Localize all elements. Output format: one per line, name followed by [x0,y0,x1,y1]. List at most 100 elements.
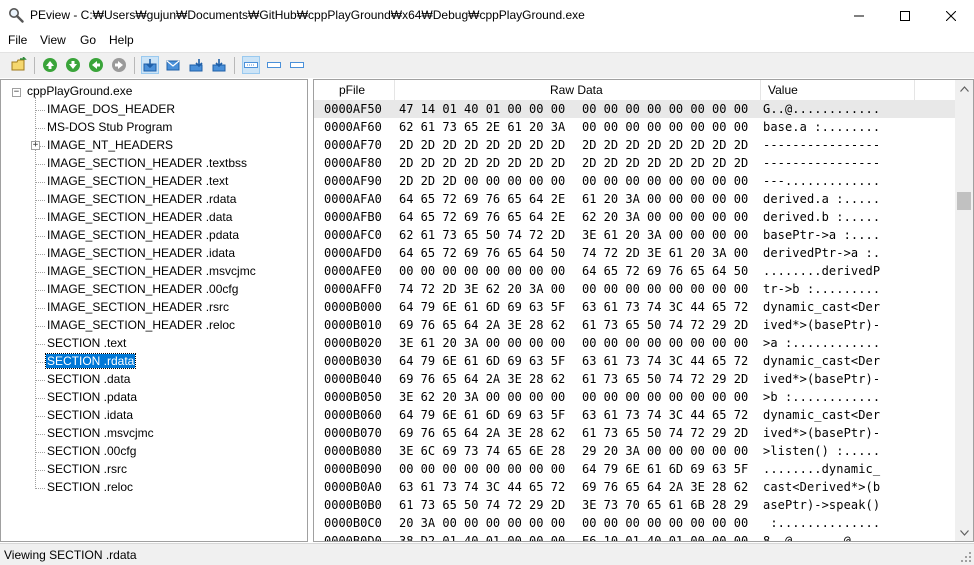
pfile-cell: 0000AF50 [324,102,382,116]
scroll-thumb[interactable] [957,192,971,210]
hex-row[interactable]: 0000B0C0 20 3A 00 00 00 00 00 00 00 00 00 … [314,514,955,532]
raw-data-cell: 64 65 72 69 76 65 64 50 [582,264,749,278]
value-cell: derived.b :..... [763,210,881,224]
hex-row[interactable]: 0000B020 3E 61 20 3A 00 00 00 00 00 00 00 … [314,334,955,352]
byte-view-icon[interactable] [141,56,159,74]
tree-item[interactable]: IMAGE_NT_HEADERS [46,137,174,155]
tree-item[interactable]: IMAGE_SECTION_HEADER .rdata [46,191,237,209]
hex-row[interactable]: 0000B030 64 79 6E 61 6D 69 63 5F 63 61 73 … [314,352,955,370]
menu-help[interactable]: Help [109,33,134,47]
tree-item[interactable]: SECTION .text [46,335,127,353]
tree-item[interactable]: IMAGE_SECTION_HEADER .msvcjmc [46,263,257,281]
raw-data-cell: 61 73 65 50 74 72 29 2D [582,372,749,386]
raw-data-cell: 64 65 72 69 76 65 64 2E [399,192,566,206]
hex-row[interactable]: 0000AFC0 62 61 73 65 50 74 72 2D 3E 61 20 … [314,226,955,244]
tree-item[interactable]: SECTION .rdata [44,353,137,371]
value-cell: >a :............ [763,336,881,350]
hex-row[interactable]: 0000B000 64 79 6E 61 6D 69 63 5F 63 61 73 … [314,298,955,316]
tree-item[interactable]: IMAGE_SECTION_HEADER .textbss [46,155,248,173]
hex-row[interactable]: 0000AF80 2D 2D 2D 2D 2D 2D 2D 2D 2D 2D 2D … [314,154,955,172]
column-value[interactable]: Value [768,83,798,97]
tree-item[interactable]: IMAGE_SECTION_HEADER .00cfg [46,281,239,299]
tree-item[interactable]: SECTION .rsrc [46,461,128,479]
hex-row[interactable]: 0000AF50 47 14 01 40 01 00 00 00 00 00 00 … [314,100,955,118]
value-cell: G..@............ [763,102,881,116]
hex-row[interactable]: 0000B050 3E 62 20 3A 00 00 00 00 00 00 00 … [314,388,955,406]
hex-view-icon[interactable] [242,56,260,74]
hex-row[interactable]: 0000AFE0 00 00 00 00 00 00 00 00 64 65 72 … [314,262,955,280]
address-view-icon[interactable] [265,56,283,74]
tree-item[interactable]: IMAGE_SECTION_HEADER .rsrc [46,299,230,317]
back-icon[interactable] [41,56,59,74]
hex-row[interactable]: 0000AFB0 64 65 72 69 76 65 64 2E 62 20 3A … [314,208,955,226]
hex-row[interactable]: 0000AF60 62 61 73 65 2E 61 20 3A 00 00 00 … [314,118,955,136]
resize-grip-icon[interactable] [960,551,972,563]
close-button[interactable] [928,0,974,31]
hex-row[interactable]: 0000B090 00 00 00 00 00 00 00 00 64 79 6E … [314,460,955,478]
expand-icon[interactable]: + [31,141,40,150]
column-header: pFile Raw Data Value [314,80,955,101]
menu-go[interactable]: Go [80,33,96,47]
vertical-scrollbar[interactable] [955,80,973,541]
hex-row[interactable]: 0000AF70 2D 2D 2D 2D 2D 2D 2D 2D 2D 2D 2D … [314,136,955,154]
menu-file[interactable]: File [8,33,27,47]
raw-data-cell: 64 79 6E 61 6D 69 63 5F [399,300,566,314]
pfile-cell: 0000B000 [324,300,382,314]
tree-item[interactable]: IMAGE_SECTION_HEADER .idata [46,245,236,263]
tree-item[interactable]: SECTION .idata [46,407,134,425]
maximize-button[interactable] [882,0,928,31]
raw-data-cell: 61 73 65 50 74 72 29 2D [582,426,749,440]
hex-view[interactable]: pFile Raw Data Value 0000AF50 47 14 01 40… [313,79,974,542]
value-cell: cast<Derived*>(b [763,480,881,494]
hex-row[interactable]: 0000B070 69 76 65 64 2A 3E 28 62 61 73 65 … [314,424,955,442]
value-cell: :.............. [763,516,881,530]
pfile-cell: 0000B050 [324,390,382,404]
tree-item[interactable]: SECTION .msvcjmc [46,425,155,443]
hex-row[interactable]: 0000B060 64 79 6E 61 6D 69 63 5F 63 61 73 … [314,406,955,424]
tree-item[interactable]: SECTION .00cfg [46,443,137,461]
tree-root[interactable]: cppPlayGround.exe [26,83,133,101]
hex-row[interactable]: 0000AFD0 64 65 72 69 76 65 64 50 74 72 2D … [314,244,955,262]
tree-item[interactable]: SECTION .pdata [46,389,138,407]
structure-tree[interactable]: − cppPlayGround.exe IMAGE_DOS_HEADER MS-D… [0,79,308,542]
raw-data-cell: 63 61 73 74 3C 44 65 72 [399,480,566,494]
tree-item[interactable]: SECTION .reloc [46,479,134,497]
next-icon[interactable] [110,56,128,74]
tree-item-label: IMAGE_SECTION_HEADER .reloc [47,318,236,332]
menu-view[interactable]: View [40,33,66,47]
column-raw-data[interactable]: Raw Data [550,83,603,97]
dword-view-icon[interactable] [187,56,205,74]
qword-view-icon[interactable] [210,56,228,74]
tree-item[interactable]: IMAGE_DOS_HEADER [46,101,176,119]
open-file-icon[interactable] [10,56,28,74]
tree-item[interactable]: IMAGE_SECTION_HEADER .text [46,173,229,191]
word-view-icon[interactable] [164,56,182,74]
hex-row[interactable]: 0000B0A0 63 61 73 74 3C 44 65 72 69 76 65 … [314,478,955,496]
scroll-down-button[interactable] [955,524,973,541]
tree-item-label: SECTION .pdata [47,390,138,404]
value-cell: dynamic_cast<Der [763,300,881,314]
value-view-icon[interactable] [288,56,306,74]
hex-row[interactable]: 0000B010 69 76 65 64 2A 3E 28 62 61 73 65 … [314,316,955,334]
collapse-icon[interactable]: − [12,88,21,97]
magnifier-icon[interactable] [8,7,24,23]
tree-item[interactable]: IMAGE_SECTION_HEADER .data [46,209,233,227]
column-pfile[interactable]: pFile [339,83,365,97]
hex-row[interactable]: 0000AFF0 74 72 2D 3E 62 20 3A 00 00 00 00 … [314,280,955,298]
value-cell: 8..@.......@.... [763,534,881,542]
close-icon [946,10,956,21]
previous-icon[interactable] [87,56,105,74]
tree-item[interactable]: SECTION .data [46,371,131,389]
tree-item[interactable]: IMAGE_SECTION_HEADER .pdata [46,227,240,245]
hex-row[interactable]: 0000B040 69 76 65 64 2A 3E 28 62 61 73 65 … [314,370,955,388]
hex-row[interactable]: 0000B0B0 61 73 65 50 74 72 29 2D 3E 73 70 … [314,496,955,514]
hex-row[interactable]: 0000AF90 2D 2D 2D 00 00 00 00 00 00 00 00 … [314,172,955,190]
hex-row[interactable]: 0000AFA0 64 65 72 69 76 65 64 2E 61 20 3A … [314,190,955,208]
hex-row[interactable]: 0000B080 3E 6C 69 73 74 65 6E 28 29 20 3A … [314,442,955,460]
scroll-up-button[interactable] [955,80,973,97]
hex-row[interactable]: 0000B0D0 38 D2 01 40 01 00 00 00 E6 10 01 … [314,532,955,542]
tree-item[interactable]: MS-DOS Stub Program [46,119,173,137]
forward-icon[interactable] [64,56,82,74]
minimize-button[interactable] [836,0,882,31]
tree-item[interactable]: IMAGE_SECTION_HEADER .reloc [46,317,236,335]
